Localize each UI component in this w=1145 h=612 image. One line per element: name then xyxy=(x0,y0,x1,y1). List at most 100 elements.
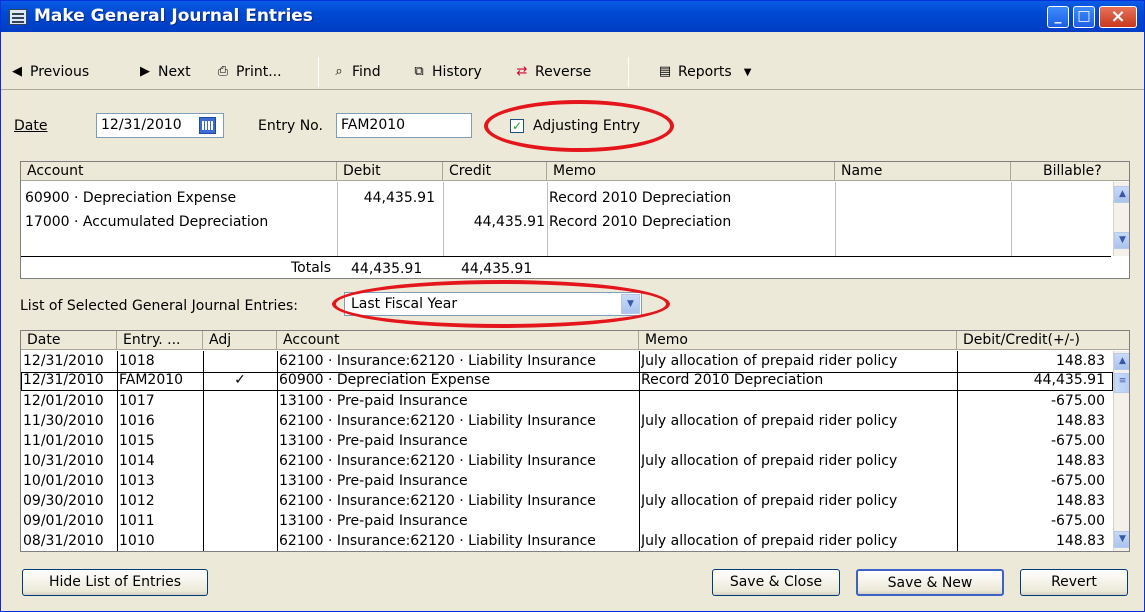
entry-row-debit[interactable]: 44,435.91 xyxy=(337,190,435,206)
list-cell-account: 62100 · Insurance:62120 · Liability Insu… xyxy=(279,453,596,469)
printer-icon: ⎙ xyxy=(217,64,229,79)
list-cell-amount: -675.00 xyxy=(1050,473,1105,489)
list-row[interactable]: 08/31/2010 1010 62100 · Insurance:62120 · … xyxy=(21,533,1113,549)
entry-grid-header: Account Debit Credit Memo Name Billable? xyxy=(21,162,1129,181)
journal-list-grid: Date Entry. ... Adj Account Memo Debit/C… xyxy=(20,330,1130,552)
entry-grid-scrollbar[interactable]: ▲ ▼ xyxy=(1113,182,1129,256)
list-row[interactable]: 10/31/2010 1014 62100 · Insurance:62120 · … xyxy=(21,453,1113,469)
previous-icon: ◀ xyxy=(12,64,22,79)
save-close-button[interactable]: Save & Close xyxy=(712,569,840,596)
list-cell-entry: 1018 xyxy=(119,353,155,369)
list-grid-scrollbar[interactable]: ▲ ≡ ▼ xyxy=(1113,351,1129,551)
col-entry[interactable]: Entry. ... xyxy=(117,331,203,350)
list-cell-account: 62100 · Insurance:62120 · Liability Insu… xyxy=(279,353,596,369)
dropdown-arrow-icon: ▼ xyxy=(743,66,752,78)
entry-row-account[interactable]: 60900 · Depreciation Expense xyxy=(25,190,335,206)
list-cell-entry: 1015 xyxy=(119,433,155,449)
scroll-up-icon[interactable]: ▲ xyxy=(1114,186,1129,203)
scroll-thumb[interactable]: ≡ xyxy=(1114,373,1129,393)
list-row[interactable]: 09/01/2010 1011 13100 · Pre-paid Insurance… xyxy=(21,513,1113,529)
toolbar-separator xyxy=(318,57,319,87)
totals-label: Totals xyxy=(291,260,331,276)
save-new-button[interactable]: Save & New xyxy=(856,569,1004,596)
list-cell-adj: ✓ xyxy=(234,372,246,388)
list-cell-account: 62100 · Insurance:62120 · Liability Insu… xyxy=(279,413,596,429)
date-label: Date xyxy=(14,118,48,134)
list-cell-memo: July allocation of prepaid rider policy xyxy=(641,533,898,549)
next-icon: ▶ xyxy=(140,64,150,79)
list-cell-date: 12/01/2010 xyxy=(23,393,104,409)
toolbar-separator xyxy=(628,57,629,87)
list-cell-account: 13100 · Pre-paid Insurance xyxy=(279,473,468,489)
list-cell-amount: -675.00 xyxy=(1050,513,1105,529)
scroll-down-icon[interactable]: ▼ xyxy=(1114,531,1129,548)
list-cell-entry: 1017 xyxy=(119,393,155,409)
reports-icon: ▤ xyxy=(658,64,672,79)
list-cell-memo: July allocation of prepaid rider policy xyxy=(641,413,898,429)
list-cell-entry: 1013 xyxy=(119,473,155,489)
list-row[interactable]: 11/01/2010 1015 13100 · Pre-paid Insurance… xyxy=(21,433,1113,449)
revert-button[interactable]: Revert xyxy=(1020,569,1128,596)
list-cell-entry: 1011 xyxy=(119,513,155,529)
minimize-button[interactable]: _ xyxy=(1047,6,1069,28)
list-row[interactable]: 09/30/2010 1012 62100 · Insurance:62120 · … xyxy=(21,493,1113,509)
list-row[interactable]: 12/31/2010 1018 62100 · Insurance:62120 · … xyxy=(21,353,1113,369)
scroll-down-icon[interactable]: ▼ xyxy=(1114,232,1129,249)
total-debit: 44,435.91 xyxy=(351,261,423,277)
list-row[interactable]: 10/01/2010 1013 13100 · Pre-paid Insurance… xyxy=(21,473,1113,489)
list-row[interactable]: 12/31/2010 FAM2010 ✓ 60900 · Depreciation E… xyxy=(21,372,1113,391)
reverse-icon: ⇄ xyxy=(516,64,528,79)
col-billable[interactable]: Billable? xyxy=(1011,162,1129,181)
find-icon: ⌕ xyxy=(335,64,343,79)
list-cell-memo: July allocation of prepaid rider policy xyxy=(641,493,898,509)
entry-row-memo[interactable]: Record 2010 Depreciation xyxy=(549,214,833,230)
window-title: Make General Journal Entries xyxy=(34,6,313,26)
col-name[interactable]: Name xyxy=(835,162,1011,181)
list-row[interactable]: 12/01/2010 1017 13100 · Pre-paid Insurance… xyxy=(21,393,1113,409)
list-cell-account: 13100 · Pre-paid Insurance xyxy=(279,393,468,409)
maximize-button[interactable]: □ xyxy=(1073,6,1095,28)
list-cell-account: 13100 · Pre-paid Insurance xyxy=(279,433,468,449)
print-button[interactable]: ⎙ Print... xyxy=(214,64,282,80)
list-cell-date: 10/01/2010 xyxy=(23,473,104,489)
col-debit[interactable]: Debit xyxy=(337,162,443,181)
list-grid-header: Date Entry. ... Adj Account Memo Debit/C… xyxy=(21,331,1129,350)
find-button[interactable]: ⌕ Find xyxy=(330,64,380,80)
col-memo[interactable]: Memo xyxy=(547,162,835,181)
entry-row-memo[interactable]: Record 2010 Depreciation xyxy=(549,190,833,206)
hide-list-button[interactable]: Hide List of Entries xyxy=(22,569,208,596)
col-account[interactable]: Account xyxy=(277,331,639,350)
reverse-button[interactable]: ⇄ Reverse xyxy=(513,64,592,80)
close-button[interactable]: × xyxy=(1099,6,1137,28)
col-debit-credit[interactable]: Debit/Credit(+/-) xyxy=(957,331,1129,350)
list-filter-label: List of Selected General Journal Entries… xyxy=(20,298,298,314)
entry-no-field[interactable]: FAM2010 xyxy=(336,113,472,138)
col-memo[interactable]: Memo xyxy=(639,331,957,350)
entry-grid: Account Debit Credit Memo Name Billable?… xyxy=(20,161,1130,279)
list-cell-amount: 148.83 xyxy=(1056,353,1105,369)
list-cell-amount: 148.83 xyxy=(1056,493,1105,509)
list-cell-date: 12/31/2010 xyxy=(23,353,104,369)
toolbar xyxy=(1,32,1144,90)
col-adj[interactable]: Adj xyxy=(203,331,277,350)
next-button[interactable]: ▶ Next xyxy=(136,64,191,80)
calendar-icon[interactable] xyxy=(199,117,216,134)
entry-row-credit[interactable]: 44,435.91 xyxy=(443,214,545,230)
list-cell-account: 13100 · Pre-paid Insurance xyxy=(279,513,468,529)
entry-row-account[interactable]: 17000 · Accumulated Depreciation xyxy=(25,214,335,230)
list-cell-entry: 1016 xyxy=(119,413,155,429)
reports-button[interactable]: ▤ Reports ▼ xyxy=(656,64,752,80)
list-cell-memo: Record 2010 Depreciation xyxy=(641,372,824,388)
col-account[interactable]: Account xyxy=(21,162,337,181)
previous-button[interactable]: ◀ Previous xyxy=(8,64,89,80)
col-date[interactable]: Date xyxy=(21,331,117,350)
list-cell-entry: 1014 xyxy=(119,453,155,469)
highlight-oval xyxy=(332,280,670,328)
list-cell-amount: -675.00 xyxy=(1050,393,1105,409)
list-cell-account: 62100 · Insurance:62120 · Liability Insu… xyxy=(279,533,596,549)
list-row[interactable]: 11/30/2010 1016 62100 · Insurance:62120 · … xyxy=(21,413,1113,429)
col-credit[interactable]: Credit xyxy=(443,162,547,181)
scroll-up-icon[interactable]: ▲ xyxy=(1114,353,1129,370)
list-cell-account: 60900 · Depreciation Expense xyxy=(279,372,491,388)
history-button[interactable]: ⧉ History xyxy=(410,64,481,80)
